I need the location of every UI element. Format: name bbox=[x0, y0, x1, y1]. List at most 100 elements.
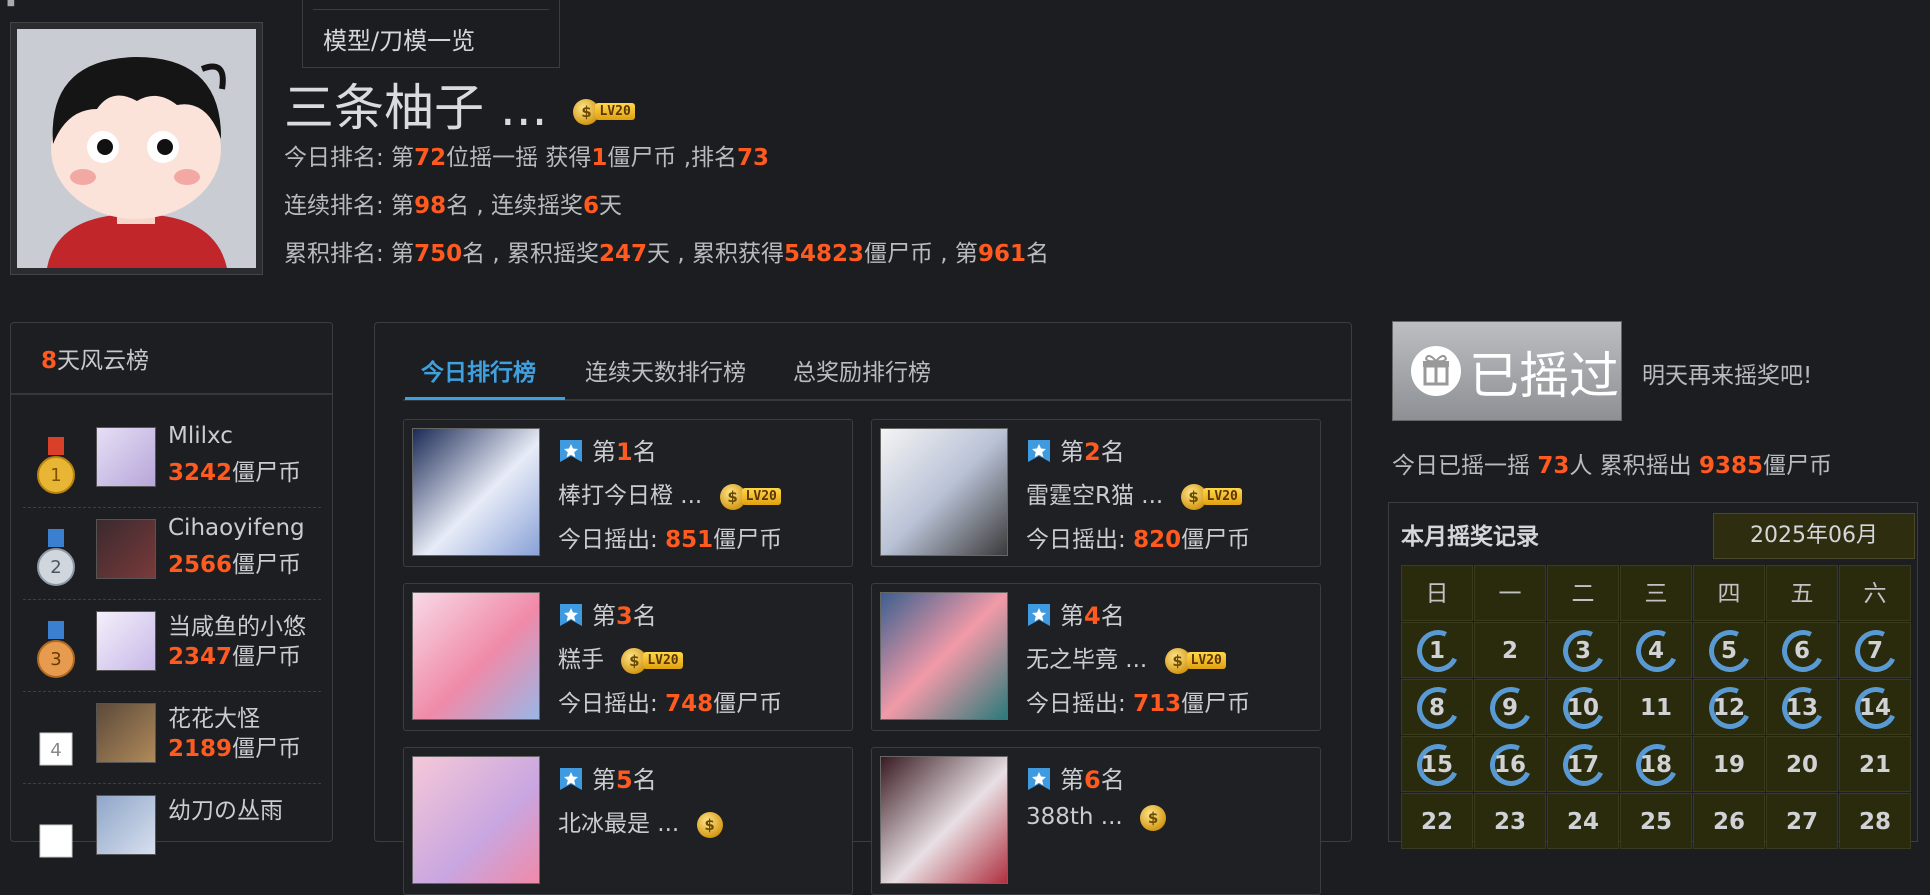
avatar[interactable] bbox=[412, 592, 540, 720]
calendar-day-number: 23 bbox=[1493, 809, 1526, 835]
card-name-text[interactable]: 糕手 bbox=[558, 647, 604, 673]
level-label: LV20 bbox=[595, 103, 635, 120]
calendar-weekday: 四 bbox=[1693, 565, 1765, 621]
rank-number: 5 bbox=[616, 766, 633, 794]
total-days: 247 bbox=[599, 241, 648, 267]
calendar-day[interactable]: 9 bbox=[1474, 679, 1546, 735]
calendar-day[interactable]: 28 bbox=[1839, 793, 1911, 849]
calendar-day[interactable]: 7 bbox=[1839, 622, 1911, 678]
leaderboard-coins-unit: 僵尸币 bbox=[232, 552, 302, 578]
today-rank: 73 bbox=[737, 145, 770, 171]
avatar[interactable] bbox=[96, 427, 156, 487]
calendar-day[interactable]: 23 bbox=[1474, 793, 1546, 849]
list-item[interactable]: 幼刀の丛雨 bbox=[23, 783, 321, 875]
list-item[interactable]: 1 Mlilxc 3242僵尸币 bbox=[23, 415, 321, 508]
rank-label: 第2名 bbox=[1026, 432, 1125, 467]
streak-mid1: 名 , 连续摇奖 bbox=[446, 193, 584, 219]
tab-streak[interactable]: 连续天数排行榜 bbox=[585, 353, 746, 387]
calendar-day[interactable]: 10 bbox=[1547, 679, 1619, 735]
list-item[interactable]: 4 花花大怪 2189僵尸币 bbox=[23, 691, 321, 784]
calendar-title: 本月摇奖记录 bbox=[1401, 524, 1539, 550]
leaderboard-name[interactable]: Mlilxc bbox=[168, 423, 233, 449]
user-avatar[interactable] bbox=[10, 22, 263, 275]
avatar[interactable] bbox=[880, 428, 1008, 556]
calendar-day[interactable]: 11 bbox=[1620, 679, 1692, 735]
calendar-day[interactable]: 5 bbox=[1693, 622, 1765, 678]
calendar-day[interactable]: 22 bbox=[1401, 793, 1473, 849]
calendar-day[interactable]: 16 bbox=[1474, 736, 1546, 792]
total-prefix: 累积排名: 第 bbox=[284, 241, 415, 267]
calendar-day[interactable]: 1 bbox=[1401, 622, 1473, 678]
rank-prefix: 第 bbox=[592, 766, 616, 794]
avatar[interactable] bbox=[412, 756, 540, 884]
menu-item-model-list[interactable]: 模型/刀模一览 bbox=[323, 21, 475, 56]
card-name-text[interactable]: 北冰最是 ... bbox=[558, 811, 679, 837]
calendar-day[interactable]: 27 bbox=[1766, 793, 1838, 849]
gift-icon bbox=[1411, 346, 1461, 396]
calendar-day[interactable]: 17 bbox=[1547, 736, 1619, 792]
calendar-day[interactable]: 15 bbox=[1401, 736, 1473, 792]
calendar-day[interactable]: 24 bbox=[1547, 793, 1619, 849]
calendar-day-number: 28 bbox=[1858, 809, 1891, 835]
leaderboard-name[interactable]: 花花大怪 bbox=[168, 699, 260, 733]
rank-prefix: 第 bbox=[592, 438, 616, 466]
calendar-day[interactable]: 14 bbox=[1839, 679, 1911, 735]
calendar-day[interactable]: 25 bbox=[1620, 793, 1692, 849]
calendar-day[interactable]: 8 bbox=[1401, 679, 1473, 735]
avatar[interactable] bbox=[880, 592, 1008, 720]
today-rank-line: 今日排名: 第72位摇一摇 获得1僵尸币 ,排名73 bbox=[284, 138, 769, 172]
calendar-day[interactable]: 4 bbox=[1620, 622, 1692, 678]
card-name-text[interactable]: 无之毕竟 ... bbox=[1026, 647, 1147, 673]
calendar-day[interactable]: 2 bbox=[1474, 622, 1546, 678]
user-name[interactable]: 三条柚子 ... bbox=[284, 79, 548, 137]
shake-button[interactable]: 已摇过 bbox=[1392, 321, 1622, 421]
rank-card[interactable]: 第4名 无之毕竟 ... $ LV20 今日摇出: 713僵尸币 bbox=[871, 583, 1321, 731]
tab-total[interactable]: 总奖励排行榜 bbox=[793, 353, 931, 387]
calendar-day[interactable]: 19 bbox=[1693, 736, 1765, 792]
avatar[interactable] bbox=[412, 428, 540, 556]
come-back-text: 明天再来摇奖吧! bbox=[1642, 363, 1813, 389]
avatar[interactable] bbox=[96, 519, 156, 579]
calendar-day[interactable]: 6 bbox=[1766, 622, 1838, 678]
calendar-day[interactable]: 3 bbox=[1547, 622, 1619, 678]
leaderboard-name[interactable]: Cihaoyifeng bbox=[168, 515, 305, 541]
rank-card[interactable]: 第2名 雷霆空R猫 ... $ LV20 今日摇出: 820僵尸币 bbox=[871, 419, 1321, 567]
rank-card[interactable]: 第6名 388th ... $ bbox=[871, 747, 1321, 895]
avatar[interactable] bbox=[96, 611, 156, 671]
tab-today[interactable]: 今日排行榜 bbox=[421, 353, 536, 387]
leaderboard-name[interactable]: 当咸鱼的小悠 bbox=[168, 607, 306, 641]
avatar[interactable] bbox=[880, 756, 1008, 884]
total-suffix: 名 bbox=[1025, 241, 1049, 267]
active-tab-indicator bbox=[405, 397, 565, 400]
calendar-day[interactable]: 13 bbox=[1766, 679, 1838, 735]
avatar[interactable] bbox=[96, 795, 156, 855]
avatar[interactable] bbox=[96, 703, 156, 763]
leaderboard-coins: 3242僵尸币 bbox=[168, 453, 301, 487]
calendar-day-number: 1 bbox=[1428, 638, 1445, 664]
calendar-day[interactable]: 12 bbox=[1693, 679, 1765, 735]
rank-card[interactable]: 第5名 北冰最是 ... $ bbox=[403, 747, 853, 895]
list-item[interactable]: 3 当咸鱼的小悠 2347僵尸币 bbox=[23, 599, 321, 692]
list-item[interactable]: 2 Cihaoyifeng 2566僵尸币 bbox=[23, 507, 321, 600]
rank-number: 1 bbox=[616, 438, 633, 466]
ranking-panel: 今日排行榜 连续天数排行榜 总奖励排行榜 第1名 棒打今日橙 ... $ LV20… bbox=[374, 322, 1352, 895]
card-name-text[interactable]: 388th ... bbox=[1026, 804, 1123, 830]
calendar-day[interactable]: 21 bbox=[1839, 736, 1911, 792]
avatar-cartoon-icon bbox=[17, 29, 256, 268]
rank-card[interactable]: 第1名 棒打今日橙 ... $ LV20 今日摇出: 851僵尸币 bbox=[403, 419, 853, 567]
calendar-month-select[interactable]: 2025年06月 bbox=[1713, 513, 1915, 559]
calendar-day[interactable]: 18 bbox=[1620, 736, 1692, 792]
card-user-name: 388th ... $ bbox=[1026, 804, 1167, 831]
rank-card[interactable]: 第3名 糕手 $ LV20 今日摇出: 748僵尸币 bbox=[403, 583, 853, 731]
leaderboard-title: 8天风云榜 bbox=[41, 341, 149, 375]
card-name-text[interactable]: 棒打今日橙 ... bbox=[558, 483, 702, 509]
rank-suffix: 名 bbox=[1100, 766, 1125, 794]
calendar-day[interactable]: 20 bbox=[1766, 736, 1838, 792]
level-label: LV20 bbox=[741, 488, 781, 505]
rank-number: 4 bbox=[1084, 602, 1101, 630]
calendar-day-number: 15 bbox=[1420, 752, 1453, 778]
streak-prefix: 连续排名: 第 bbox=[284, 193, 415, 219]
calendar-day-number: 17 bbox=[1566, 752, 1599, 778]
card-name-text[interactable]: 雷霆空R猫 ... bbox=[1026, 483, 1163, 509]
calendar-day[interactable]: 26 bbox=[1693, 793, 1765, 849]
